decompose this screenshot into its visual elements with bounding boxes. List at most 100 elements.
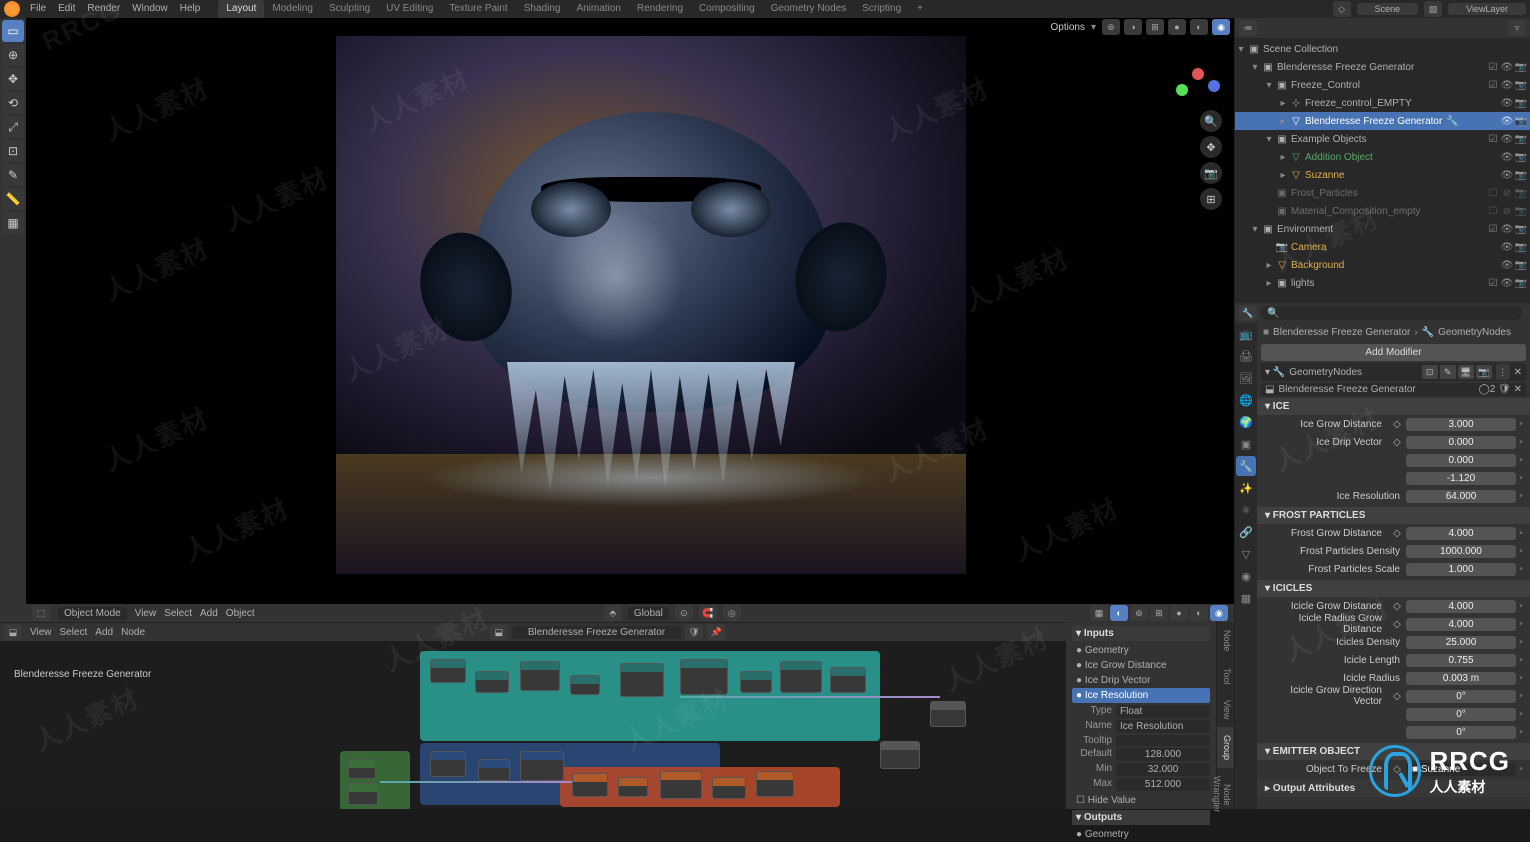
add-cube-tool[interactable]: ▦ [2, 212, 24, 234]
prop-value[interactable]: 1.000 [1406, 563, 1516, 576]
viewlayer-selector[interactable]: ViewLayer [1448, 3, 1526, 15]
workspace-uv-editing[interactable]: UV Editing [378, 0, 441, 18]
fake-user-icon[interactable]: 🛡 [685, 624, 703, 640]
ptab-world[interactable]: 🌍 [1236, 412, 1256, 432]
outliner-toggle[interactable]: 📷 [1514, 152, 1528, 163]
prop-driver-icon[interactable]: ◇ [1388, 691, 1406, 702]
ortho-gizmo[interactable]: ⊞ [1200, 188, 1222, 210]
outliner-toggle[interactable]: 📷 [1514, 80, 1528, 91]
prop-value[interactable]: 4.000 [1406, 600, 1516, 613]
shading-mat-icon[interactable]: ◐ [1190, 605, 1208, 621]
prop-value[interactable]: 0° [1406, 708, 1516, 721]
outliner-toggle[interactable]: ☑ [1486, 62, 1500, 73]
outputs-header[interactable]: ▾ Outputs [1072, 810, 1210, 825]
orientation-selector[interactable]: Global [628, 607, 669, 620]
ptab-data[interactable]: ▽ [1236, 544, 1256, 564]
shading-solid-icon[interactable]: ● [1170, 605, 1188, 621]
ptab-particle[interactable]: ✨ [1236, 478, 1256, 498]
snap-icon[interactable]: 🧲 [699, 605, 717, 621]
scene-selector[interactable]: Scene [1357, 3, 1419, 15]
mod-extra-icon[interactable]: ⋮ [1496, 364, 1510, 380]
outliner-toggle[interactable] [1486, 152, 1500, 163]
rendered-shading[interactable]: ◉ [1212, 19, 1230, 35]
outliner-row[interactable]: ▾▣Freeze_Control☑👁📷 [1235, 76, 1530, 94]
outliner-type-icon[interactable]: ≔ [1239, 20, 1257, 36]
node-add-menu[interactable]: Add [95, 627, 113, 638]
mod-edit-icon[interactable]: ✎ [1440, 365, 1456, 379]
mod-delete-icon[interactable]: ✕ [1514, 367, 1522, 378]
nodegroup-selector[interactable]: Blenderesse Freeze Generator [512, 626, 681, 639]
outliner-toggle[interactable]: ⊘ [1500, 206, 1514, 217]
outliner-toggle[interactable]: 👁 [1500, 260, 1514, 271]
node-input-item[interactable]: ● Ice Grow Distance [1072, 658, 1210, 673]
outliner-toggle[interactable]: 👁 [1500, 224, 1514, 235]
menu-render[interactable]: Render [81, 0, 126, 18]
outliner-toggle[interactable]: 👁 [1500, 152, 1514, 163]
prop-value[interactable]: -1.120 [1406, 472, 1516, 485]
node-tab-wrangler[interactable]: Node Wrangler [1217, 768, 1234, 820]
workspace-rendering[interactable]: Rendering [629, 0, 691, 18]
outliner-row[interactable]: ▸▽Blenderesse Freeze Generator 🔧👁📷 [1235, 112, 1530, 130]
outliner-toggle[interactable]: 📷 [1514, 206, 1528, 217]
menu-window[interactable]: Window [126, 0, 174, 18]
overlay-b-icon[interactable]: ◐ [1110, 605, 1128, 621]
prop-driver-icon[interactable]: ◇ [1388, 528, 1406, 539]
outliner-toggle[interactable]: ☐ [1486, 188, 1500, 199]
prop-value[interactable]: 0° [1406, 690, 1516, 703]
ptab-object[interactable]: ▣ [1236, 434, 1256, 454]
outliner-row[interactable]: ▾▣Environment☑👁📷 [1235, 220, 1530, 238]
outliner[interactable]: ▾▣Scene Collection▾▣Blenderesse Freeze G… [1235, 38, 1530, 303]
solid-shading[interactable]: ● [1168, 19, 1186, 35]
annotate-tool[interactable]: ✎ [2, 164, 24, 186]
prop-section-header[interactable]: ▾ EMITTER OBJECT [1257, 743, 1530, 760]
node-input-item[interactable]: ● Ice Drip Vector [1072, 673, 1210, 688]
proportional-icon[interactable]: ◎ [723, 605, 741, 621]
max-input[interactable]: 512.000 [1116, 778, 1210, 791]
prop-driver-icon[interactable]: ◇ [1388, 437, 1406, 448]
outliner-row[interactable]: ▾▣Example Objects☑👁📷 [1235, 130, 1530, 148]
wireframe-shading[interactable]: ⊞ [1146, 19, 1164, 35]
3d-viewport[interactable]: Options ▾ ⊚ ◑ ⊞ ● ◐ ◉ [26, 18, 1234, 622]
name-input[interactable]: Ice Resolution [1116, 720, 1210, 733]
hide-value-checkbox[interactable]: ☐ Hide Value [1072, 793, 1210, 808]
workspace-shading[interactable]: Shading [516, 0, 569, 18]
workspace-geometry-nodes[interactable]: Geometry Nodes [763, 0, 855, 18]
workspace-compositing[interactable]: Compositing [691, 0, 763, 18]
nodegroup-row[interactable]: ⬓ Blenderesse Freeze Generator ◯2 🛡 ✕ [1261, 383, 1526, 396]
select-menu[interactable]: Select [164, 608, 192, 619]
outliner-toggle[interactable] [1486, 260, 1500, 271]
prop-driver-icon[interactable]: ◇ [1388, 419, 1406, 430]
prop-value[interactable]: 4.000 [1406, 527, 1516, 540]
prop-driver-icon[interactable]: ◇ [1388, 764, 1406, 775]
prop-value[interactable]: 0.000 [1406, 454, 1516, 467]
node-input-item[interactable]: ● Geometry [1072, 643, 1210, 658]
gizmo-toggle[interactable]: ◑ [1124, 19, 1142, 35]
ptab-viewlayer[interactable]: 🖼 [1236, 368, 1256, 388]
min-input[interactable]: 32.000 [1116, 763, 1210, 776]
outliner-toggle[interactable] [1486, 242, 1500, 253]
outliner-toggle[interactable]: ⊘ [1500, 188, 1514, 199]
prop-value[interactable]: 3.000 [1406, 418, 1516, 431]
prop-section-header[interactable]: ▾ ICE [1257, 398, 1530, 415]
outliner-row[interactable]: ▣Frost_Particles☐⊘📷 [1235, 184, 1530, 202]
outliner-toggle[interactable]: 📷 [1514, 224, 1528, 235]
outliner-toggle[interactable]: 👁 [1500, 80, 1514, 91]
outliner-row[interactable]: ▾▣Blenderesse Freeze Generator☑👁📷 [1235, 58, 1530, 76]
outliner-row[interactable]: ▾▣Scene Collection [1235, 40, 1530, 58]
ptab-physics[interactable]: ⚛ [1236, 500, 1256, 520]
outliner-toggle[interactable] [1486, 116, 1500, 127]
outliner-toggle[interactable] [1486, 170, 1500, 181]
orientation-icon[interactable]: ⬘ [604, 605, 622, 621]
navigation-gizmo[interactable] [1170, 46, 1226, 102]
mod-cage-icon[interactable]: ⊡ [1422, 365, 1438, 379]
editor-type-icon[interactable]: ⬚ [32, 605, 50, 621]
outliner-toggle[interactable]: ☑ [1486, 80, 1500, 91]
outliner-row[interactable]: ▸▽Suzanne👁📷 [1235, 166, 1530, 184]
outliner-toggle[interactable]: 👁 [1500, 170, 1514, 181]
prop-value[interactable]: 4.000 [1406, 618, 1516, 631]
outliner-row[interactable]: ▸⊹Freeze_control_EMPTY👁📷 [1235, 94, 1530, 112]
default-input[interactable]: 128.000 [1116, 748, 1210, 761]
node-tab-group[interactable]: Group [1217, 727, 1234, 768]
filter-icon[interactable]: ▿ [1508, 20, 1526, 36]
prop-driver-icon[interactable]: ◇ [1388, 601, 1406, 612]
